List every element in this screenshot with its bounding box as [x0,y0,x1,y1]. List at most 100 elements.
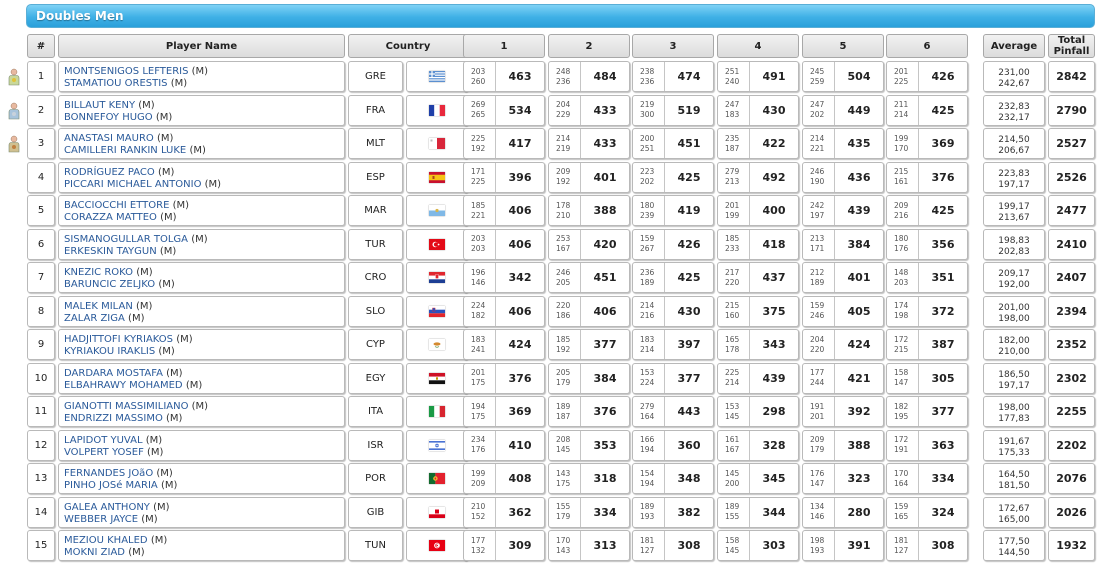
player1-score: 159 [894,502,909,511]
player2-score: 146 [471,277,486,287]
header-game-2[interactable]: 2 [548,34,630,58]
player-name-link[interactable]: CORAZZA MATTEO [64,212,157,223]
average-cell: 231,00 242,67 [983,61,1045,92]
player2-score: 179 [556,378,571,387]
gold-medal-icon [7,68,21,86]
player-name-link[interactable]: PINHO JOSé MARIA [64,480,158,491]
individual-scores: 211 214 [887,100,918,120]
game-score-cell: 177 132 309 [463,530,545,561]
header-total-pinfall[interactable]: Total Pinfall [1048,34,1095,58]
player-name-link[interactable]: SISMANOGULLAR TOLGA [64,234,188,245]
individual-scores: 224 182 [464,301,495,321]
game-total: 318 [593,472,617,485]
game-score-cell: 246 205 451 [548,262,630,293]
player-name-link[interactable]: ANASTASI MAURO [64,133,154,144]
player2-score: 155 [725,512,740,521]
game-score-cell: 134 146 280 [802,496,884,528]
game-total: 484 [593,70,617,83]
player-name-link[interactable]: VOLPERT YOSEF [64,447,144,458]
individual-scores: 134 146 [803,502,834,522]
game-total: 449 [847,103,871,117]
player1-score: 166 [640,435,655,444]
gender-label: (M) [128,312,145,324]
player-name-link[interactable]: ENDRIZZI MASSIMO [64,413,163,424]
game-score-cell: 203 260 463 [463,61,545,92]
game-score-cell: 214 216 430 [632,295,714,327]
individual-scores: 223 202 [633,167,664,187]
italy-flag-icon [429,406,445,417]
player-name-link[interactable]: STAMATIOU ORESTIS [64,78,168,89]
game-score-cell: 201 199 400 [717,195,799,226]
header-average[interactable]: Average [983,34,1045,58]
individual-scores: 183 214 [633,335,664,355]
game-score-cell: 201 175 376 [463,362,545,394]
rank-cell: 13 [27,463,55,494]
player-name-link[interactable]: BONNEFOY HUGO [64,112,153,123]
game-score-cell: 183 241 424 [463,329,545,360]
player-name-link[interactable]: KNEZIC ROKO [64,267,133,278]
header-game-6[interactable]: 6 [886,34,968,58]
player-name-link[interactable]: BILLAUT KENY [64,100,135,111]
player-name-link[interactable]: BARUNCIC ZELJKO [64,279,155,290]
player1-score: 246 [556,267,571,277]
game-total: 433 [593,137,617,150]
gender-label: (M) [150,535,168,546]
game-total: 308 [931,539,955,552]
player-name-link[interactable]: GIANOTTI MASSIMILIANO [64,401,188,412]
player-name-link[interactable]: KYRIAKOU IRAKLIS [64,346,155,357]
player-name-link[interactable]: HADJITTOFI KYRIAKOS [64,334,173,345]
total-pinfall-cell: 2477 [1048,195,1095,226]
game-total: 451 [677,137,701,150]
player-name-link[interactable]: WEBBER JAYCE [64,514,138,525]
player2-average: 206,67 [998,146,1030,156]
player-name-link[interactable]: RODRÍGUEZ PACO [64,167,155,178]
player2-score: 267 [640,244,655,253]
game-score-cell: 223 202 425 [632,161,714,193]
player-name-link[interactable]: DARDARA MOSTAFA [64,368,163,379]
country-code-cell: CRO [348,262,403,293]
player-name-link[interactable]: ERKESKIN TAYGUN [64,246,157,257]
player-name-link[interactable]: ZALAR ZIGA [64,313,125,324]
header-game-1[interactable]: 1 [463,34,545,58]
header-game-5[interactable]: 5 [802,34,884,58]
game-total: 384 [593,371,617,385]
player2-average: 197,17 [998,179,1030,190]
player-name-link[interactable]: ELBAHRAWY MOHAMED [64,380,183,391]
game-score-cell: 153 224 377 [632,362,714,394]
player2-score: 194 [640,445,655,454]
average-cell: 198,83 202,83 [983,228,1045,260]
header-game-4[interactable]: 4 [717,34,799,58]
player-name-link[interactable]: MEZIOU KHALED [64,535,148,546]
player1-score: 214 [640,301,655,310]
game-score-cell: 279 164 443 [632,396,714,427]
player-name-link[interactable]: BACCIOCCHI ETTORE [64,200,169,211]
header-country[interactable]: Country [348,34,468,58]
player-name-link[interactable]: LAPIDOT YUVAL [64,435,143,446]
player-name-link[interactable]: GALEA ANTHONY [64,502,150,513]
game-total: 343 [762,338,786,351]
game-total: 419 [677,204,701,217]
player-name-link[interactable]: CAMILLERI RANKIN LUKE [64,145,186,156]
player-name-link[interactable]: MOKNI ZIAD [64,547,125,558]
game-score-cell: 172 191 363 [886,429,968,461]
player2-score: 220 [725,277,740,287]
player1-score: 213 [810,234,825,243]
player1-score: 183 [640,334,655,344]
average-cell: 182,00 210,00 [983,329,1045,360]
game-total: 351 [931,271,955,284]
header-player-name[interactable]: Player Name [58,34,345,58]
player-name-link[interactable]: FERNANDES JOãO [64,468,153,479]
player-name-link[interactable]: MONTSENIGOS LEFTERIS [64,66,188,77]
game-score-cell: 158 145 303 [717,530,799,561]
player-name-link[interactable]: MALEK MILAN [64,301,133,312]
game-total: 519 [677,103,701,117]
game-total: 376 [931,170,955,184]
individual-scores: 172 191 [887,435,918,455]
game-total: 324 [931,505,955,519]
average-cell: 172,67 165,00 [983,496,1045,528]
player1-score: 223 [640,167,655,176]
game-total: 408 [508,472,532,485]
player-name-link[interactable]: PICCARI MICHAEL ANTONIO [64,179,201,190]
header-game-3[interactable]: 3 [632,34,714,58]
player2-score: 175 [556,478,571,488]
